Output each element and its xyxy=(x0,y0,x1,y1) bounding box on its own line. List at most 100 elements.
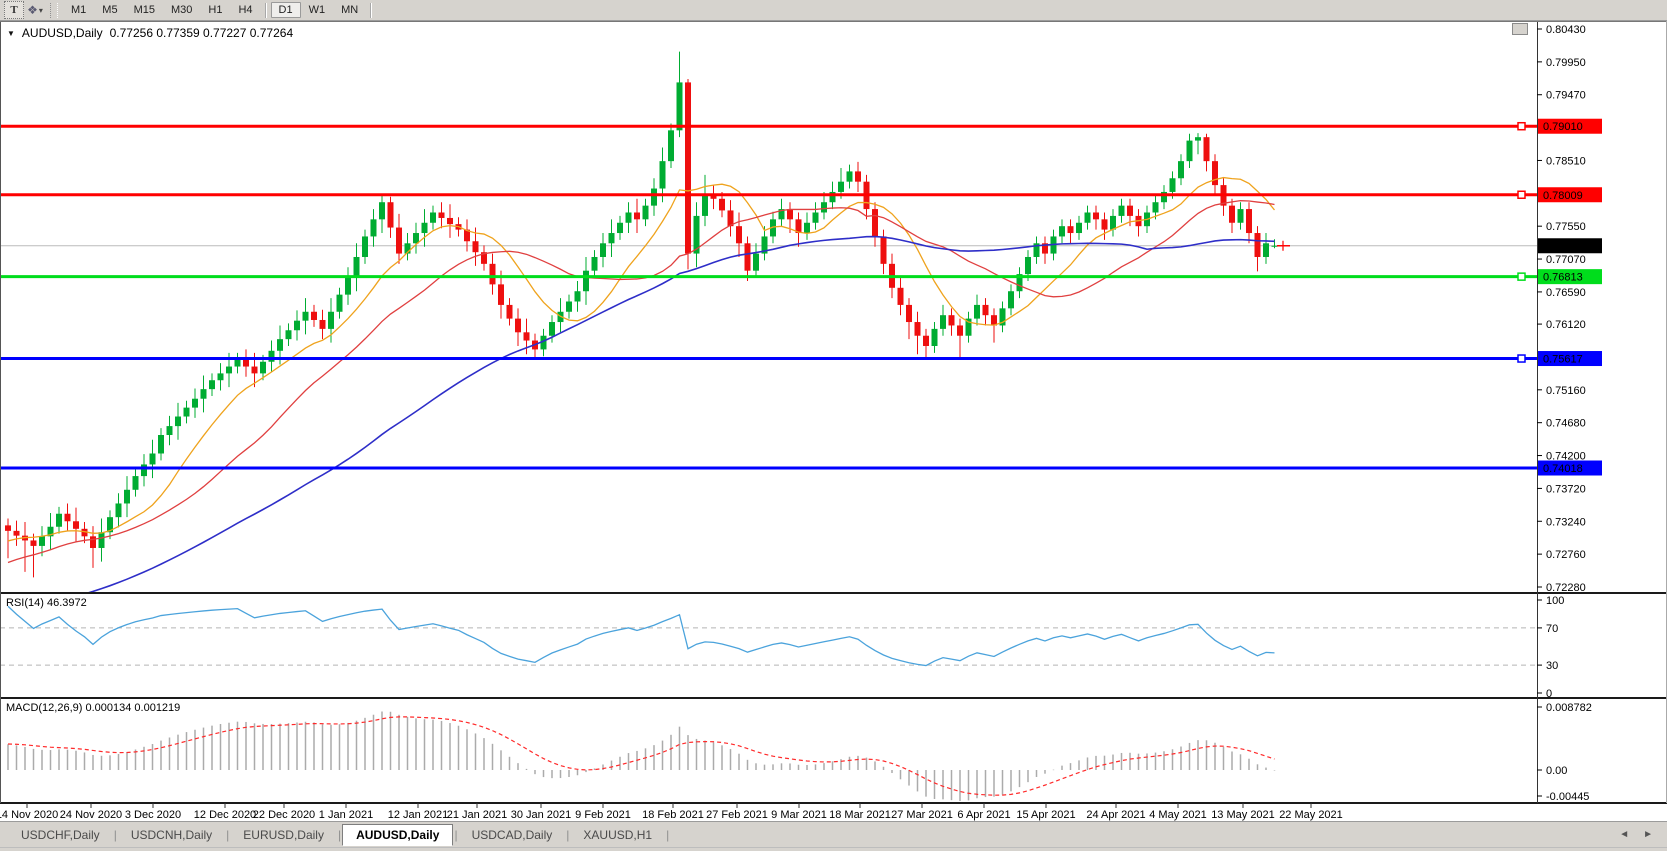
candle-up xyxy=(592,257,598,271)
hline-handle-0.75617[interactable] xyxy=(1518,355,1525,362)
macd-histogram-bar xyxy=(670,735,672,770)
macd-histogram-bar xyxy=(441,721,443,770)
macd-histogram-bar xyxy=(704,741,706,770)
candle-up xyxy=(702,195,708,216)
candle-up xyxy=(294,321,300,331)
candle-down xyxy=(855,171,861,181)
date-label: 4 May 2021 xyxy=(1149,809,1206,821)
hline-handle-0.76813[interactable] xyxy=(1518,273,1525,280)
macd-histogram-bar xyxy=(1155,753,1157,770)
date-label: 27 Feb 2021 xyxy=(706,809,768,821)
hline-handle-0.78009[interactable] xyxy=(1518,191,1525,198)
candle-down xyxy=(31,540,37,545)
macd-signal-line xyxy=(8,717,1275,795)
candle-down xyxy=(906,305,912,322)
candle-up xyxy=(804,223,810,233)
price-tick-label: 0.72760 xyxy=(1546,549,1586,561)
macd-histogram-bar xyxy=(177,735,179,770)
timeframe-button-m15[interactable]: M15 xyxy=(126,2,163,18)
macd-histogram-bar xyxy=(1010,770,1012,791)
candle-down xyxy=(787,209,793,219)
macd-histogram-bar xyxy=(1240,754,1242,770)
date-label: 18 Mar 2021 xyxy=(829,809,891,821)
timeframe-button-m5[interactable]: M5 xyxy=(94,2,125,18)
macd-histogram-bar xyxy=(407,717,409,770)
macd-histogram-bar xyxy=(1146,753,1148,770)
tab-usdcnh-daily[interactable]: USDCNH,Daily xyxy=(118,825,225,845)
timeframe-button-m1[interactable]: M1 xyxy=(63,2,94,18)
tab-xauusd-h1[interactable]: XAUUSD,H1 xyxy=(570,825,665,845)
macd-histogram-bar xyxy=(713,743,715,770)
date-label: 1 Jan 2021 xyxy=(319,809,373,821)
pane-divider[interactable] xyxy=(0,592,1667,594)
candle-down xyxy=(388,202,394,227)
macd-histogram-bar xyxy=(330,725,332,770)
timeframe-button-h4[interactable]: H4 xyxy=(230,2,260,18)
macd-histogram-bar xyxy=(466,729,468,770)
macd-histogram-bar xyxy=(696,739,698,770)
macd-histogram-bar xyxy=(1214,743,1216,770)
candle-down xyxy=(311,312,317,320)
candle-up xyxy=(643,206,649,220)
candle-up xyxy=(753,254,759,271)
candle-up xyxy=(201,389,207,399)
macd-histogram-bar xyxy=(900,770,902,779)
candle-down xyxy=(473,241,479,252)
chart-corner-button[interactable] xyxy=(1512,23,1528,35)
tab-scroll-right-icon[interactable]: ► xyxy=(1643,829,1653,840)
candle-up xyxy=(1025,257,1031,274)
tab-usdchf-daily[interactable]: USDCHF,Daily xyxy=(8,825,113,845)
macd-histogram-bar xyxy=(687,735,689,770)
timeframe-button-m30[interactable]: M30 xyxy=(163,2,200,18)
candle-up xyxy=(940,315,946,329)
date-label: 21 Jan 2021 xyxy=(447,809,508,821)
tab-audusd-daily[interactable]: AUDUSD,Daily xyxy=(342,824,453,846)
macd-histogram-bar xyxy=(288,723,290,770)
chart-dropdown-icon[interactable]: ▼ xyxy=(7,29,15,38)
timeframe-button-h1[interactable]: H1 xyxy=(200,2,230,18)
macd-histogram-bar xyxy=(1121,753,1123,770)
macd-histogram-bar xyxy=(41,750,43,770)
candle-down xyxy=(736,226,742,243)
candle-down xyxy=(507,305,513,319)
macd-histogram-bar xyxy=(390,712,392,770)
candle-up xyxy=(430,212,436,222)
candle-up xyxy=(566,301,572,311)
candle-down xyxy=(915,322,921,336)
candle-up xyxy=(413,233,419,243)
candle-down xyxy=(1246,209,1252,233)
candle-down xyxy=(881,236,887,263)
macd-histogram-bar xyxy=(891,770,893,773)
macd-tick-label: 0.008782 xyxy=(1546,702,1592,714)
timeframe-button-w1[interactable]: W1 xyxy=(301,2,334,18)
candle-down xyxy=(685,82,691,253)
macd-histogram-bar xyxy=(985,770,987,797)
tab-usdcad-daily[interactable]: USDCAD,Daily xyxy=(459,825,566,845)
macd-histogram-bar xyxy=(254,723,256,770)
candle-down xyxy=(983,305,989,315)
macd-histogram-bar xyxy=(84,752,86,770)
candle-down xyxy=(447,218,453,224)
candle-down xyxy=(1204,137,1210,161)
pane-divider[interactable] xyxy=(0,697,1667,699)
price-tick-label: 0.76120 xyxy=(1546,319,1586,331)
macd-histogram-bar xyxy=(526,769,528,770)
price-tick-label: 0.78510 xyxy=(1546,155,1586,167)
macd-histogram-bar xyxy=(1002,770,1004,795)
text-tool-button[interactable]: T xyxy=(4,1,24,19)
timeframe-button-d1[interactable]: D1 xyxy=(271,2,301,18)
tab-scroll-left-icon[interactable]: ◄ xyxy=(1619,829,1629,840)
macd-histogram-bar xyxy=(1265,768,1267,770)
macd-histogram-bar xyxy=(738,754,740,770)
macd-histogram-bar xyxy=(1231,751,1233,770)
hline-handle-0.79010[interactable] xyxy=(1518,123,1525,130)
date-label: 3 Dec 2020 xyxy=(125,809,181,821)
chart-bottom-axis xyxy=(0,802,1667,804)
macd-histogram-bar xyxy=(509,757,511,770)
timeframe-button-mn[interactable]: MN xyxy=(333,2,366,18)
macd-histogram-bar xyxy=(475,733,477,770)
chart-symbol-period: AUDUSD,Daily xyxy=(22,26,103,40)
cursor-style-button[interactable]: ❖ ▾ xyxy=(26,2,44,18)
tab-eurusd-daily[interactable]: EURUSD,Daily xyxy=(230,825,337,845)
macd-histogram-bar xyxy=(50,750,52,770)
